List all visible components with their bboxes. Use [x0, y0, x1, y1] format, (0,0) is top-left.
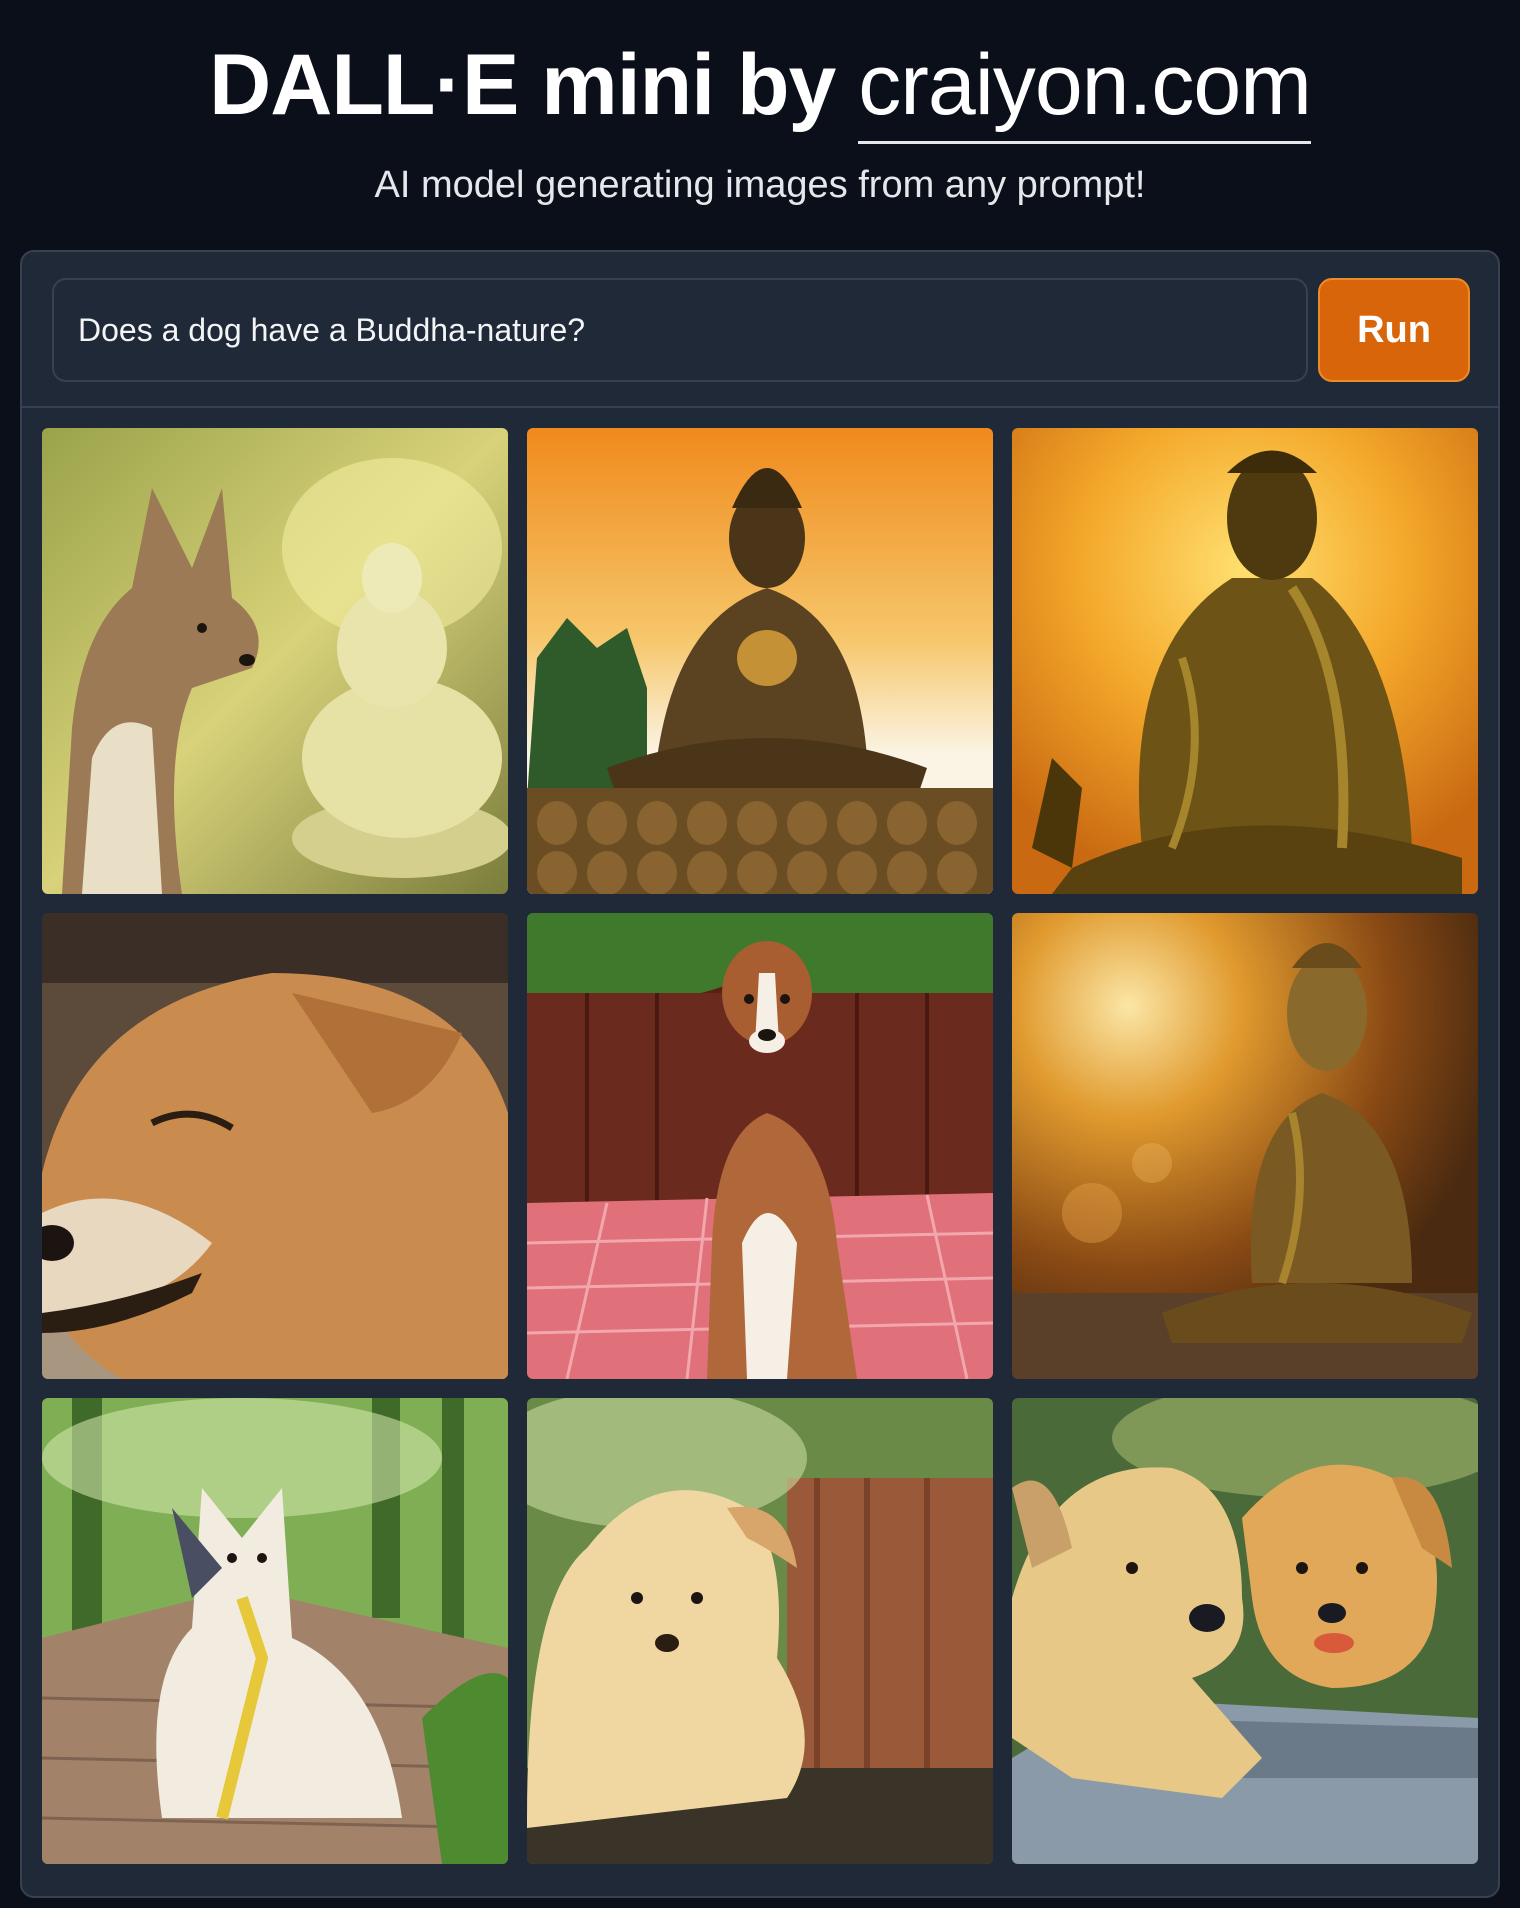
dog-on-tiles-image [527, 913, 993, 1379]
dog-buddha-image [42, 428, 508, 894]
page-title: DALL·E mini by craiyon.com [0, 30, 1520, 144]
buddha-bokeh-image [1012, 913, 1478, 1379]
generated-image-1[interactable] [42, 428, 508, 894]
generated-image-9[interactable] [1012, 1398, 1478, 1864]
fluffy-puppy-image [527, 1398, 993, 1864]
generated-image-7[interactable] [42, 1398, 508, 1864]
golden-buddha-image [1012, 428, 1478, 894]
generator-panel: Run [20, 250, 1500, 1898]
title-text: DALL·E mini by [209, 37, 836, 133]
prompt-input[interactable] [52, 278, 1308, 382]
generated-image-8[interactable] [527, 1398, 993, 1864]
image-gallery [42, 428, 1478, 1878]
prompt-row: Run [22, 252, 1498, 408]
generated-image-6[interactable] [1012, 913, 1478, 1379]
site-link[interactable]: craiyon.com [858, 37, 1312, 144]
generated-image-3[interactable] [1012, 428, 1478, 894]
white-dog-path-image [42, 1398, 508, 1864]
page-subtitle: AI model generating images from any prom… [374, 164, 1146, 206]
generated-image-5[interactable] [527, 913, 993, 1379]
shiba-closeup-image [42, 913, 508, 1379]
generated-image-4[interactable] [42, 913, 508, 1379]
generated-image-2[interactable] [527, 428, 993, 894]
two-dogs-on-stone-image [1012, 1398, 1478, 1864]
bronze-buddha-image [527, 428, 993, 894]
run-button[interactable]: Run [1318, 278, 1470, 382]
